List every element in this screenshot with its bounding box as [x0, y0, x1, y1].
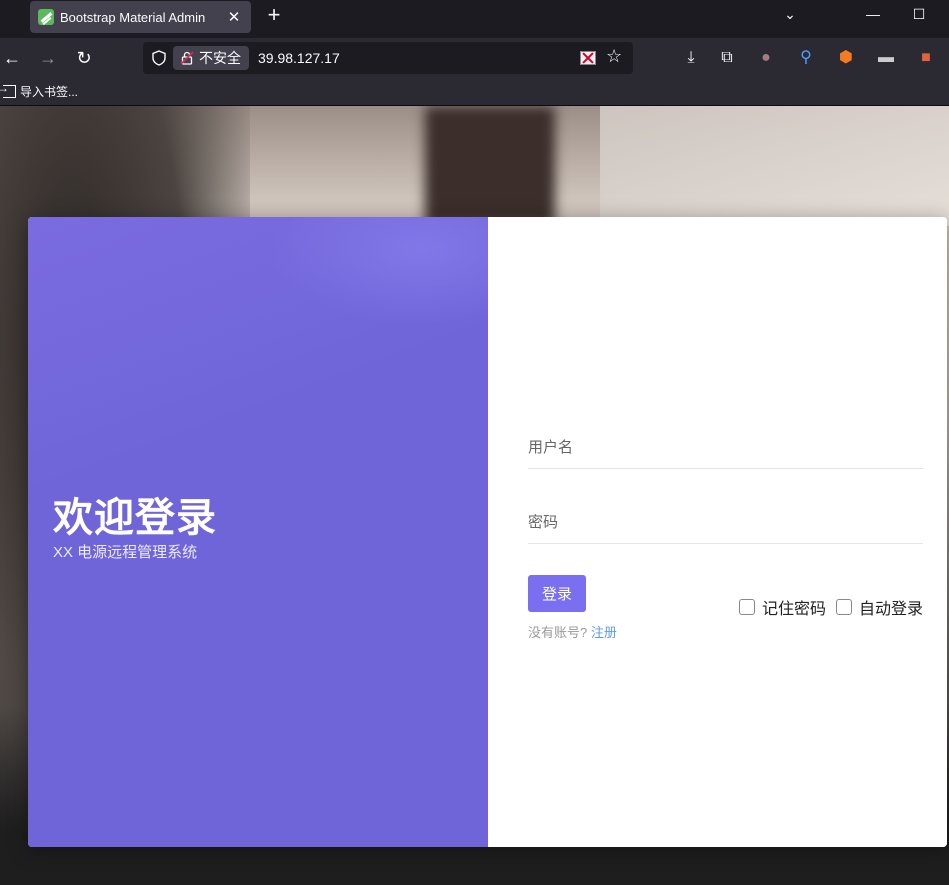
import-icon [0, 81, 16, 98]
welcome-panel: 欢迎登录 XX 电源远程管理系统 [28, 217, 488, 847]
extensions-icon[interactable]: ⧉ [715, 46, 739, 70]
import-bookmarks-label: 导入书签... [20, 85, 79, 99]
auto-login-checkbox[interactable] [835, 599, 852, 615]
forward-icon[interactable]: → [36, 46, 60, 70]
extension-red-icon[interactable]: ■ [914, 46, 938, 70]
back-icon[interactable]: ← [0, 46, 24, 70]
tab-list-dropdown-icon[interactable]: ⌄ [775, 6, 805, 26]
no-account-text: 没有账号? [528, 625, 588, 640]
extension-ublock-icon[interactable]: ⬢ [834, 46, 858, 70]
extension-paws-icon[interactable]: ● [754, 46, 778, 70]
extension-hat-icon[interactable]: ▬ [874, 46, 898, 70]
url-bar[interactable]: 不安全 39.98.127.17 ☆ [143, 42, 633, 74]
download-icon[interactable]: ⤓ [679, 46, 703, 70]
lock-icon [180, 51, 194, 65]
signup-row: 没有账号? 注册 [528, 622, 617, 641]
tab-close-icon[interactable]: ✕ [225, 8, 243, 26]
bootstrap-favicon-icon [38, 9, 54, 25]
shield-icon[interactable] [151, 50, 167, 66]
remember-password-label[interactable]: 记住密码 [762, 595, 826, 619]
bookmarks-toolbar: 导入书签... [0, 78, 949, 106]
background-blur [425, 106, 555, 226]
page-background: 欢迎登录 XX 电源远程管理系统 登录 记住密码 自动登录 没有账号? 注册 [0, 106, 949, 885]
tab-strip: Bootstrap Material Admin ✕ + ⌄ — ☐ [0, 0, 949, 38]
blocked-image-icon[interactable] [580, 51, 596, 65]
system-subtitle: XX 电源远程管理系统 [53, 544, 198, 561]
insecure-connection-badge[interactable]: 不安全 [173, 46, 249, 70]
login-options: 记住密码 自动登录 [729, 595, 923, 619]
new-tab-button[interactable]: + [262, 4, 286, 28]
minimize-icon[interactable]: — [858, 6, 888, 26]
navigation-toolbar: ← → ↻ 不安全 39.98.127.17 ☆ ⤓ ⧉ ● ⚲ ⬢ ▬ ■ [0, 38, 949, 78]
username-input[interactable] [528, 427, 923, 469]
maximize-icon[interactable]: ☐ [904, 6, 934, 26]
security-label: 不安全 [199, 50, 241, 66]
star-icon[interactable]: ☆ [606, 46, 622, 67]
register-link[interactable]: 注册 [591, 625, 617, 640]
login-card: 欢迎登录 XX 电源远程管理系统 登录 记住密码 自动登录 没有账号? 注册 [28, 217, 947, 847]
welcome-title: 欢迎登录 [53, 496, 217, 540]
extension-pin-icon[interactable]: ⚲ [794, 46, 818, 70]
tab-title: Bootstrap Material Admin [60, 9, 206, 25]
login-button[interactable]: 登录 [528, 575, 586, 612]
remember-password-checkbox[interactable] [738, 599, 755, 615]
reload-icon[interactable]: ↻ [72, 46, 96, 70]
browser-tab[interactable]: Bootstrap Material Admin ✕ [30, 1, 251, 33]
auto-login-label[interactable]: 自动登录 [859, 595, 923, 619]
url-text[interactable]: 39.98.127.17 [258, 42, 340, 74]
import-bookmarks-item[interactable]: 导入书签... [0, 81, 79, 100]
background-blur [600, 106, 949, 226]
password-input[interactable] [528, 502, 923, 544]
login-form-panel: 登录 记住密码 自动登录 没有账号? 注册 [488, 217, 947, 847]
